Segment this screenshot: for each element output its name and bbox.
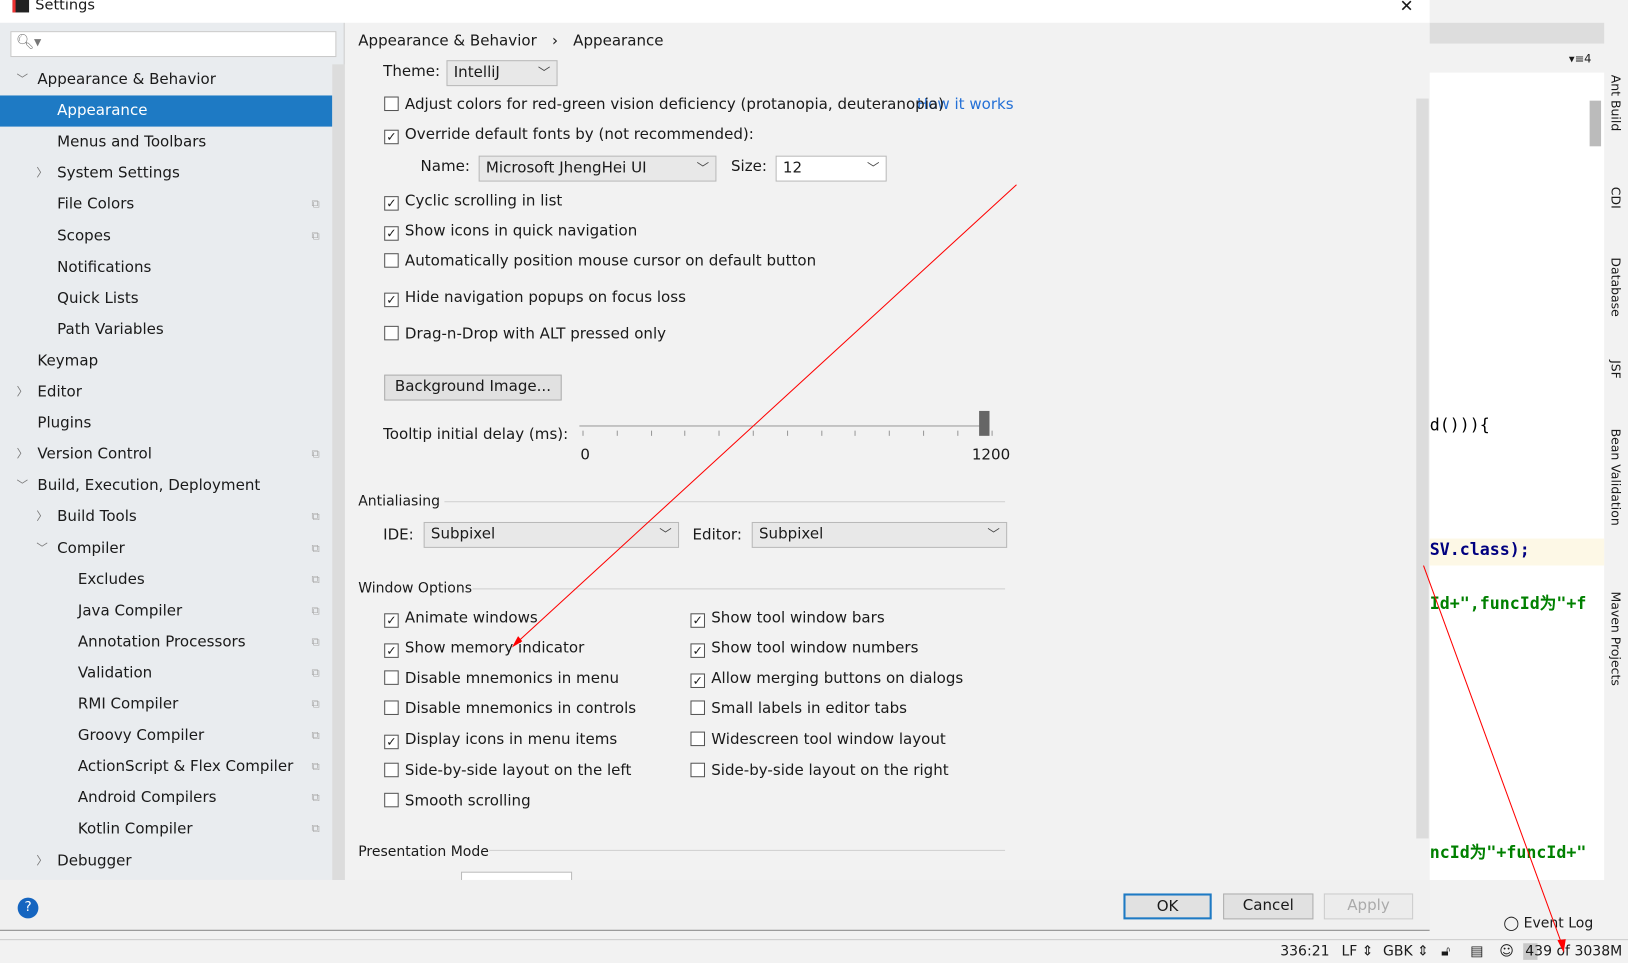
- arrow-head-icon: [1557, 939, 1566, 953]
- annotation-overlay: [511, 184, 1566, 953]
- annotation-arrow: [1423, 565, 1564, 947]
- arrow-head-icon: [511, 636, 523, 648]
- annotation-arrow: [515, 184, 1017, 644]
